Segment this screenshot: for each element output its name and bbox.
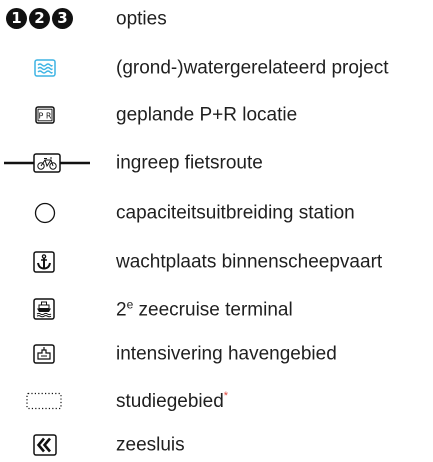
legend-label-bicycle-route: ingreep fietsroute: [116, 152, 263, 174]
cruise-ordinal-number: 2: [116, 299, 127, 321]
legend-label-harbour-intensification: intensivering havengebied: [116, 343, 337, 365]
legend-row-study-area: studiegebied*: [0, 384, 433, 418]
legend-row-waiting-area: wachtplaats binnenscheepvaart: [0, 245, 433, 279]
option-number-2: 2: [29, 8, 50, 29]
parking-p-r-icon: P R: [35, 106, 55, 124]
legend-label-sea-lock: zeesluis: [116, 434, 185, 456]
legend-row-sea-lock: zeesluis: [0, 428, 433, 462]
dotted-study-area-icon: [26, 392, 62, 410]
legend-label-station-capacity: capaciteitsuitbreiding station: [116, 202, 355, 224]
option-number-1: 1: [6, 8, 27, 29]
sea-lock-icon: [33, 434, 57, 456]
circle-station-icon: [34, 202, 56, 224]
legend-label-study-area: studiegebied*: [116, 390, 229, 412]
legend-row-station-capacity: capaciteitsuitbreiding station: [0, 196, 433, 230]
legend-row-harbour-intensification: intensivering havengebied: [0, 337, 433, 371]
study-area-asterisk: *: [223, 390, 229, 402]
legend-row-park-and-ride: P R geplande P+R locatie: [0, 98, 433, 132]
option-number-3: 3: [52, 8, 73, 29]
ship-icon: [33, 298, 55, 320]
harbour-crane-icon: [33, 344, 55, 364]
legend-row-bicycle-route: ingreep fietsroute: [0, 146, 433, 180]
legend-label-water-project: (grond-)watergerelateerd project: [116, 57, 389, 79]
water-icon: [34, 59, 56, 77]
legend-row-cruise-terminal: 2e zeecruise terminal: [0, 292, 433, 326]
bicycle-route-icon: [4, 153, 90, 173]
anchor-icon: [33, 251, 55, 273]
legend-label-options: opties: [116, 8, 167, 30]
cruise-label-text: zeecruise terminal: [133, 299, 293, 321]
study-area-text: studiegebied: [116, 391, 224, 412]
legend: 123 opties (grond-)watergerelateerd proj…: [0, 0, 433, 462]
legend-row-water-project: (grond-)watergerelateerd project: [0, 51, 433, 85]
option-numbers: 123: [0, 2, 96, 36]
legend-row-options: 123 opties: [0, 2, 433, 36]
legend-label-waiting-area: wachtplaats binnenscheepvaart: [116, 251, 383, 273]
legend-label-park-and-ride: geplande P+R locatie: [116, 104, 298, 126]
parking-icon-text: P R: [39, 112, 52, 121]
legend-label-cruise-terminal: 2e zeecruise terminal: [116, 299, 293, 320]
